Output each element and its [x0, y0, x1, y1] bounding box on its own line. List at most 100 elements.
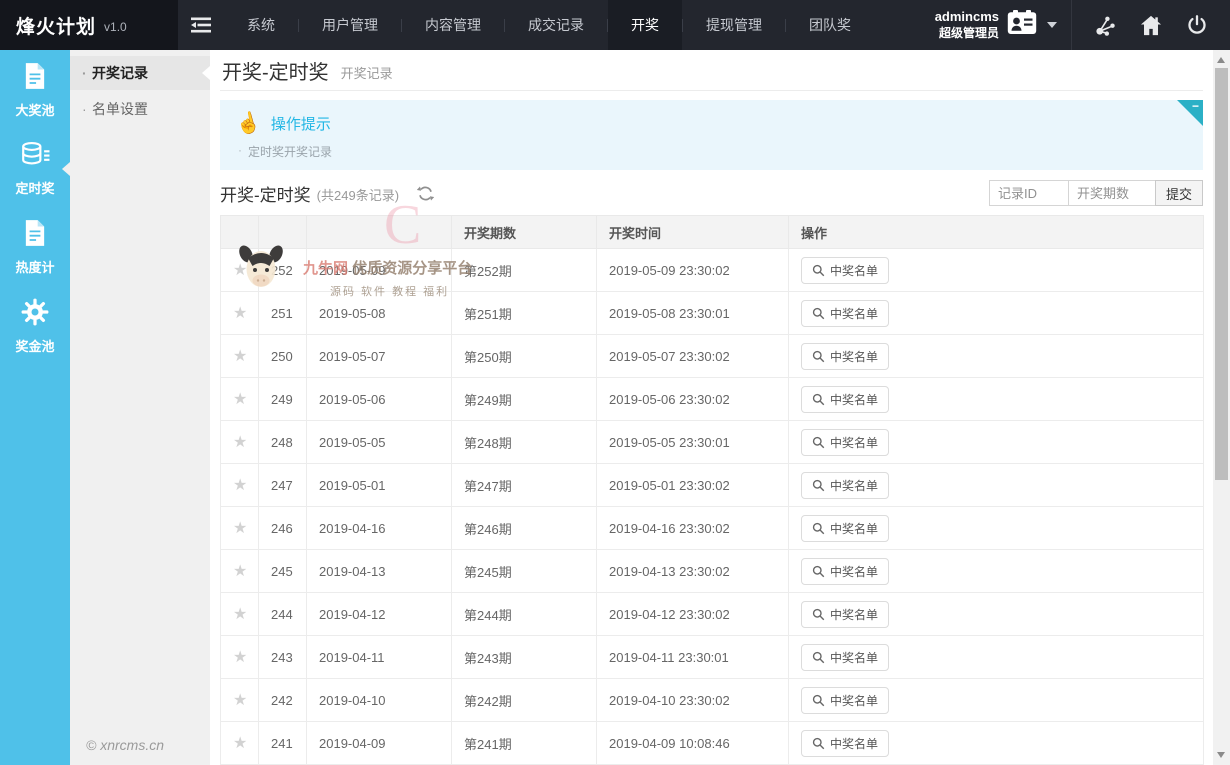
winner-list-button[interactable]: 中奖名单 [801, 687, 889, 714]
favorite-star-icon[interactable]: ★ [233, 563, 247, 580]
nav-item-user-management[interactable]: 用户管理 [299, 0, 401, 50]
issue-number-input[interactable] [1068, 180, 1156, 206]
winner-list-button[interactable]: 中奖名单 [801, 429, 889, 456]
record-id-cell: 242 [259, 679, 307, 722]
favorite-star-icon[interactable]: ★ [233, 262, 247, 279]
record-id-input[interactable] [989, 180, 1069, 206]
navbar-icon-group [1071, 0, 1230, 50]
draw-time-cell: 2019-05-01 23:30:02 [597, 464, 789, 507]
sidebar-toggle-icon[interactable] [178, 0, 224, 50]
nav-item-lottery-draw[interactable]: 开奖 [608, 0, 682, 50]
issue-number-cell: 第244期 [452, 593, 597, 636]
nav-item-team-award[interactable]: 团队奖 [786, 0, 874, 50]
nav-item-withdrawal-management[interactable]: 提现管理 [683, 0, 785, 50]
submenu-item-label: 开奖记录 [92, 65, 148, 81]
issue-number-cell: 第249期 [452, 378, 597, 421]
scroll-up-icon[interactable] [1217, 57, 1225, 63]
record-date-cell: 2019-05-08 [307, 292, 452, 335]
sidebar-item-timed-award[interactable]: 定时奖 [0, 129, 70, 207]
favorite-star-icon[interactable]: ★ [233, 649, 247, 666]
record-date-cell: 2019-04-11 [307, 636, 452, 679]
winner-list-button[interactable]: 中奖名单 [801, 644, 889, 671]
sidebar-item-heat-meter[interactable]: 热度计 [0, 207, 70, 286]
search-icon [812, 608, 825, 621]
navbar-right: admincms 超级管理员 [935, 0, 1230, 50]
winner-list-button[interactable]: 中奖名单 [801, 343, 889, 370]
favorite-star-icon[interactable]: ★ [233, 305, 247, 322]
winner-list-label: 中奖名单 [830, 649, 878, 666]
brand: 烽火计划 v1.0 [0, 0, 178, 50]
record-id-cell: 252 [259, 249, 307, 292]
search-icon [812, 436, 825, 449]
col-header-favorite [221, 216, 259, 249]
favorite-star-icon[interactable]: ★ [233, 692, 247, 709]
winner-list-button[interactable]: 中奖名单 [801, 257, 889, 284]
copyright-text: © xnrcms.cn [86, 737, 164, 753]
winner-list-button[interactable]: 中奖名单 [801, 300, 889, 327]
record-date-cell: 2019-05-01 [307, 464, 452, 507]
nav-item-transaction-records[interactable]: 成交记录 [505, 0, 607, 50]
user-role: 超级管理员 [935, 26, 999, 41]
gear-icon [21, 298, 49, 331]
submenu-item-list-settings[interactable]: 名单设置 [70, 92, 210, 126]
winner-list-label: 中奖名单 [830, 520, 878, 537]
vertical-scrollbar[interactable] [1213, 50, 1230, 765]
favorite-star-icon[interactable]: ★ [233, 606, 247, 623]
tip-item: 定时奖开奖记录 [236, 143, 1203, 160]
draw-time-cell: 2019-05-06 23:30:02 [597, 378, 789, 421]
table-row: ★ 241 2019-04-09 第241期 2019-04-09 10:08:… [221, 722, 1204, 765]
table-toolbar: 开奖-定时奖 (共249条记录) 提交 [220, 178, 1203, 208]
winner-list-button[interactable]: 中奖名单 [801, 730, 889, 757]
winner-list-button[interactable]: 中奖名单 [801, 515, 889, 542]
issue-number-cell: 第250期 [452, 335, 597, 378]
winner-list-button[interactable]: 中奖名单 [801, 601, 889, 628]
table-row: ★ 247 2019-05-01 第247期 2019-05-01 23:30:… [221, 464, 1204, 507]
main-content: 开奖-定时奖 开奖记录 ☝ 操作提示 定时奖开奖记录 − 开奖-定时奖 (共24… [210, 50, 1213, 765]
search-icon [812, 737, 825, 750]
winner-list-label: 中奖名单 [830, 434, 878, 451]
record-id-cell: 248 [259, 421, 307, 464]
search-bar: 提交 [989, 180, 1203, 206]
search-icon [812, 651, 825, 664]
table-row: ★ 245 2019-04-13 第245期 2019-04-13 23:30:… [221, 550, 1204, 593]
favorite-star-icon[interactable]: ★ [233, 391, 247, 408]
sidebar-item-grand-prize-pool[interactable]: 大奖池 [0, 50, 70, 129]
submit-button[interactable]: 提交 [1155, 180, 1203, 206]
refresh-icon[interactable] [417, 185, 434, 202]
chevron-down-icon [1047, 22, 1057, 28]
record-id-cell: 251 [259, 292, 307, 335]
username: admincms [935, 9, 999, 25]
draw-time-cell: 2019-04-12 23:30:02 [597, 593, 789, 636]
favorite-star-icon[interactable]: ★ [233, 348, 247, 365]
user-menu[interactable]: admincms 超级管理员 [935, 9, 1071, 40]
winner-list-button[interactable]: 中奖名单 [801, 558, 889, 585]
table-row: ★ 246 2019-04-16 第246期 2019-04-16 23:30:… [221, 507, 1204, 550]
table-row: ★ 243 2019-04-11 第243期 2019-04-11 23:30:… [221, 636, 1204, 679]
issue-number-cell: 第251期 [452, 292, 597, 335]
favorite-star-icon[interactable]: ★ [233, 735, 247, 752]
main-menu: 系统 用户管理 内容管理 成交记录 开奖 提现管理 团队奖 [224, 0, 874, 50]
winner-list-button[interactable]: 中奖名单 [801, 386, 889, 413]
record-date-cell: 2019-05-07 [307, 335, 452, 378]
sidebar-item-label: 热度计 [15, 257, 54, 276]
scroll-down-icon[interactable] [1217, 752, 1225, 758]
favorite-star-icon[interactable]: ★ [233, 434, 247, 451]
table-row: ★ 252 2019-05-09 第252期 2019-05-09 23:30:… [221, 249, 1204, 292]
favorite-star-icon[interactable]: ★ [233, 520, 247, 537]
search-icon [812, 393, 825, 406]
submenu-item-draw-records[interactable]: 开奖记录 [70, 56, 210, 90]
winner-list-label: 中奖名单 [830, 262, 878, 279]
winner-list-button[interactable]: 中奖名单 [801, 472, 889, 499]
home-icon[interactable] [1128, 0, 1174, 50]
nav-item-content-management[interactable]: 内容管理 [402, 0, 504, 50]
share-network-icon[interactable] [1082, 0, 1128, 50]
nav-item-system[interactable]: 系统 [224, 0, 298, 50]
scrollbar-thumb[interactable] [1215, 68, 1228, 480]
draw-time-cell: 2019-04-10 23:30:02 [597, 679, 789, 722]
sidebar-item-bonus-pool[interactable]: 奖金池 [0, 286, 70, 365]
power-logout-icon[interactable] [1174, 0, 1220, 50]
record-id-cell: 247 [259, 464, 307, 507]
favorite-star-icon[interactable]: ★ [233, 477, 247, 494]
search-icon [812, 522, 825, 535]
page-title: 开奖-定时奖 [222, 56, 329, 85]
